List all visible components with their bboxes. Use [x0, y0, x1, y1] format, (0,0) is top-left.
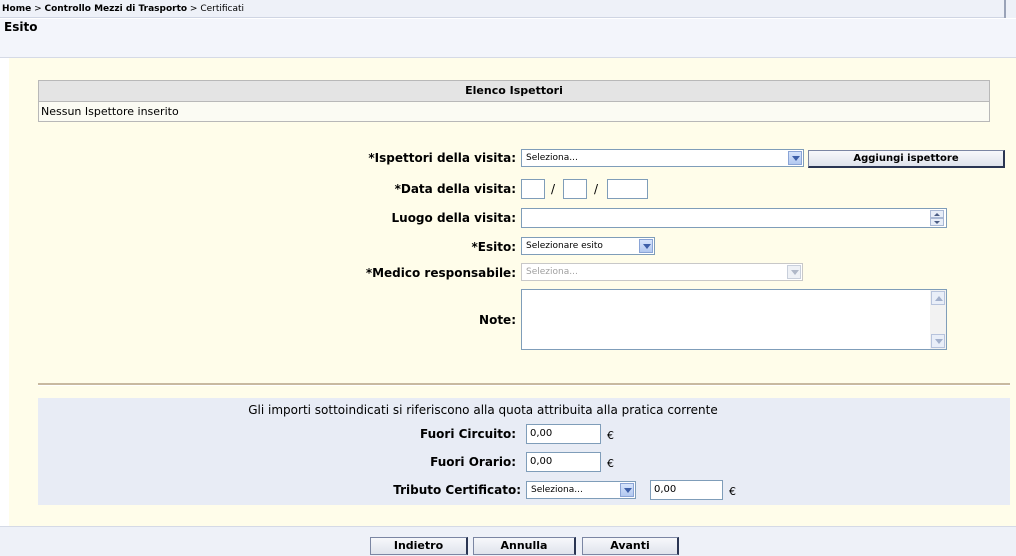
- notes-label: Note:: [479, 313, 516, 327]
- scroll-up-icon[interactable]: [931, 291, 945, 305]
- notes-textarea[interactable]: [521, 289, 947, 350]
- section-divider: [38, 383, 1010, 386]
- cancel-button[interactable]: Annulla: [473, 537, 576, 555]
- breadcrumb-home-link[interactable]: Home: [2, 4, 31, 14]
- breadcrumb-current: Certificati: [200, 4, 245, 14]
- inspectors-select-value: Seleziona...: [526, 153, 578, 163]
- euro-icon: €: [607, 457, 614, 470]
- visit-date-label: *Data della visita:: [394, 182, 516, 196]
- add-inspector-button[interactable]: Aggiungi ispettore: [808, 150, 1005, 168]
- spin-down-icon[interactable]: [930, 218, 944, 226]
- breadcrumb-edge: [1004, 0, 1016, 18]
- certificate-tax-select[interactable]: Seleziona...: [526, 481, 636, 499]
- visit-place-label: Luogo della visita:: [391, 211, 517, 225]
- breadcrumb: Home > Controllo Mezzi di Trasporto > Ce…: [0, 0, 1004, 18]
- out-of-circuit-label: Fuori Circuito:: [420, 427, 516, 441]
- visit-place-input[interactable]: [521, 208, 947, 228]
- date-separator: /: [551, 182, 556, 196]
- back-button[interactable]: Indietro: [370, 537, 468, 555]
- outcome-select-value: Selezionare esito: [526, 241, 603, 251]
- chevron-down-icon[interactable]: [787, 265, 801, 279]
- breadcrumb-separator: >: [31, 4, 45, 14]
- page-title: Esito: [4, 20, 38, 34]
- euro-icon: €: [607, 429, 614, 442]
- outcome-select[interactable]: Selezionare esito: [521, 237, 655, 255]
- inspectors-empty-row: Nessun Ispettore inserito: [39, 102, 989, 121]
- inspectors-table-header: Elenco Ispettori: [39, 81, 989, 102]
- inspectors-label: *Ispettori della visita:: [368, 151, 516, 165]
- notes-scrollbar[interactable]: [930, 290, 946, 349]
- certificate-tax-select-value: Seleziona...: [531, 485, 583, 495]
- out-of-circuit-input[interactable]: 0,00: [526, 424, 601, 444]
- chevron-down-icon[interactable]: [620, 483, 634, 497]
- doctor-select-value: Seleziona...: [526, 267, 578, 277]
- fees-panel: Gli importi sottoindicati si riferiscono…: [38, 398, 1010, 505]
- spin-up-icon[interactable]: [930, 210, 944, 218]
- inspectors-table: Elenco Ispettori Nessun Ispettore inseri…: [38, 80, 990, 122]
- next-button[interactable]: Avanti: [582, 537, 679, 555]
- visit-date-year-input[interactable]: [607, 179, 648, 199]
- doctor-label: *Medico responsabile:: [365, 266, 516, 280]
- place-spin-control[interactable]: [930, 210, 944, 226]
- visit-date-month-input[interactable]: [563, 179, 587, 199]
- certificate-tax-label: Tributo Certificato:: [393, 483, 521, 497]
- euro-icon: €: [729, 485, 736, 498]
- inspectors-select[interactable]: Seleziona...: [521, 149, 804, 167]
- doctor-select[interactable]: Seleziona...: [521, 263, 803, 281]
- out-of-hours-input[interactable]: 0,00: [526, 452, 601, 472]
- chevron-down-icon[interactable]: [639, 239, 653, 253]
- out-of-hours-label: Fuori Orario:: [430, 455, 516, 469]
- visit-date-day-input[interactable]: [521, 179, 545, 199]
- breadcrumb-section-link[interactable]: Controllo Mezzi di Trasporto: [44, 4, 187, 14]
- certificate-tax-input[interactable]: 0,00: [650, 480, 723, 500]
- date-separator: /: [594, 182, 599, 196]
- breadcrumb-separator: >: [187, 4, 201, 14]
- outcome-label: *Esito:: [471, 240, 516, 254]
- chevron-down-icon[interactable]: [788, 151, 802, 165]
- scroll-down-icon[interactable]: [931, 334, 945, 348]
- section-header: [0, 19, 1016, 58]
- fees-note: Gli importi sottoindicati si riferiscono…: [248, 403, 718, 417]
